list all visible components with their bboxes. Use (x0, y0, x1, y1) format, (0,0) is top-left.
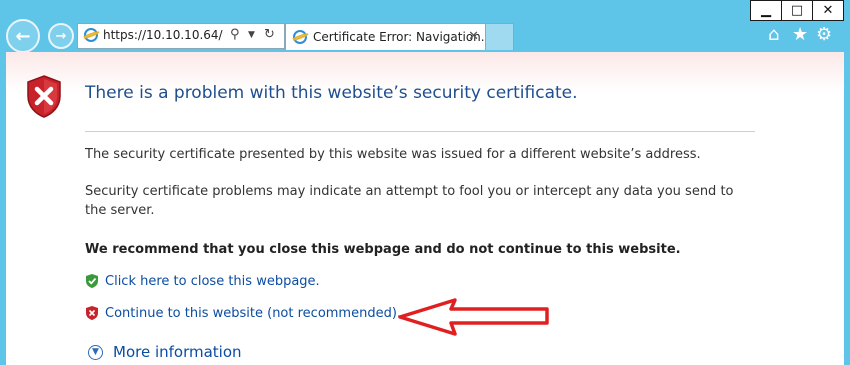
page-title: There is a problem with this website’s s… (85, 83, 578, 103)
close-webpage-row[interactable]: Click here to close this webpage. (85, 273, 320, 289)
paragraph-security-warning: Security certificate problems may indica… (85, 184, 734, 218)
shield-x-icon (86, 306, 98, 320)
star-icon[interactable]: ★ (792, 24, 808, 45)
annotation-arrow (398, 298, 549, 336)
recommendation-text: We recommend that you close this webpage… (85, 242, 681, 257)
shield-error-icon (27, 75, 61, 118)
new-tab-button[interactable] (485, 23, 514, 50)
back-arrow-icon: ← (15, 25, 31, 47)
ie-logo-icon (293, 30, 307, 44)
address-url[interactable]: https://10.10.10.64/ (103, 28, 223, 42)
continue-website-row[interactable]: Continue to this website (not recommende… (85, 305, 401, 321)
browser-chrome: ▁ □ ✕ ← → https://10.10.10.64/ ⚲ ▼ ↻ Cer… (0, 0, 850, 53)
refresh-icon[interactable]: ↻ (264, 27, 275, 42)
continue-website-link[interactable]: Continue to this website (not recommende… (105, 306, 401, 321)
forward-button[interactable]: → (48, 23, 74, 49)
back-button[interactable]: ← (6, 19, 40, 53)
maximize-button[interactable]: □ (781, 0, 813, 21)
close-tab-icon[interactable]: ✕ (468, 29, 479, 44)
address-bar[interactable]: https://10.10.10.64/ ⚲ ▼ ↻ (77, 23, 285, 49)
paragraph-address-mismatch: The security certificate presented by th… (85, 147, 701, 162)
tab-title: Certificate Error: Navigation... (313, 30, 493, 44)
ie-logo-icon (84, 28, 98, 42)
forward-arrow-icon: → (55, 28, 67, 44)
divider (85, 131, 755, 132)
caret-down-icon[interactable]: ▼ (248, 30, 255, 40)
magnifier-icon[interactable]: ⚲ (230, 27, 240, 42)
chevron-down-circle-icon: ▼ (88, 344, 103, 360)
more-information-label[interactable]: More information (113, 343, 242, 361)
more-information-toggle[interactable]: ▼ More information (88, 343, 242, 361)
home-icon[interactable]: ⌂ (768, 24, 779, 45)
minimize-button[interactable]: ▁ (750, 0, 782, 21)
window-controls: ▁ □ ✕ (750, 0, 844, 21)
gear-icon[interactable]: ⚙ (816, 24, 832, 45)
close-window-button[interactable]: ✕ (812, 0, 844, 21)
close-webpage-link[interactable]: Click here to close this webpage. (105, 274, 320, 289)
shield-check-icon (86, 274, 98, 288)
tab-certificate-error[interactable]: Certificate Error: Navigation... ✕ (285, 23, 492, 50)
